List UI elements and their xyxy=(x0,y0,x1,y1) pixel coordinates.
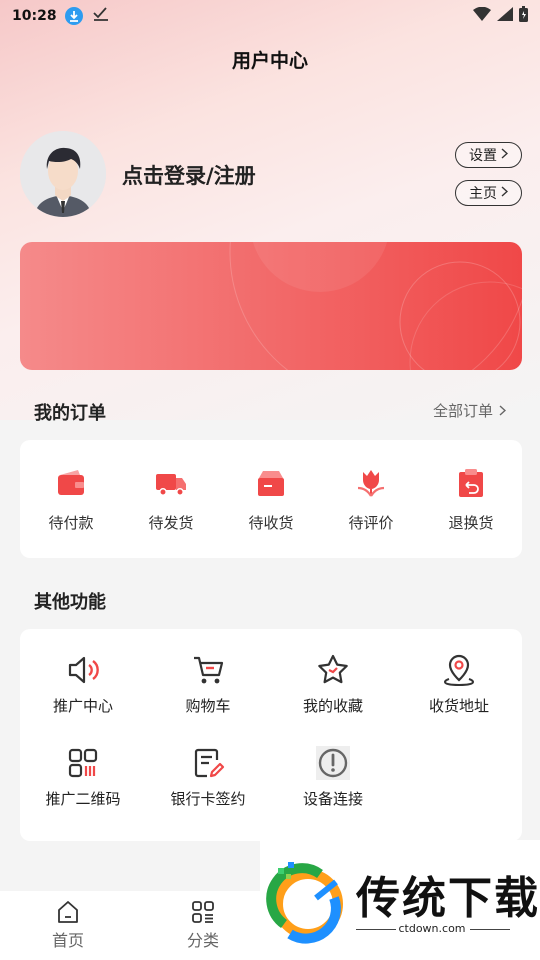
nav-label: 首页 xyxy=(51,931,84,950)
qrcode-icon xyxy=(68,748,98,778)
order-label: 退换货 xyxy=(448,514,494,532)
download-icon xyxy=(64,7,83,25)
order-pending-payment[interactable]: 待付款 xyxy=(21,466,121,533)
avatar[interactable] xyxy=(20,131,106,217)
check-icon xyxy=(92,7,109,25)
order-label: 待发货 xyxy=(148,514,194,532)
return-clipboard-icon xyxy=(459,469,483,497)
feature-label: 设备连接 xyxy=(302,790,363,808)
orders-section-title: 我的订单 xyxy=(34,403,106,424)
order-pending-review[interactable]: 待评价 xyxy=(321,466,421,533)
edit-document-icon xyxy=(194,748,225,778)
home-label: 主页 xyxy=(469,186,497,202)
settings-button[interactable]: 设置 xyxy=(455,142,522,168)
truck-icon xyxy=(156,474,186,496)
status-bar: 10:28 xyxy=(0,0,540,32)
feature-favorites[interactable]: 我的收藏 xyxy=(273,653,393,716)
settings-label: 设置 xyxy=(469,148,497,164)
home-icon xyxy=(58,901,78,923)
feature-label: 我的收藏 xyxy=(302,697,363,715)
feature-label: 推广中心 xyxy=(52,697,113,715)
order-pending-receipt[interactable]: 待收货 xyxy=(221,466,321,533)
all-orders-label: 全部订单 xyxy=(432,402,493,420)
watermark-url: ctdown.com xyxy=(398,922,466,935)
feature-device-connection[interactable]: 设备连接 xyxy=(273,746,393,809)
speaker-icon xyxy=(68,656,99,684)
feature-shopping-cart[interactable]: 购物车 xyxy=(148,653,268,716)
page-title: 用户中心 xyxy=(231,50,308,72)
flower-icon xyxy=(357,470,385,497)
signal-icon xyxy=(497,7,513,25)
watermark-text: 传统下载 xyxy=(356,873,540,924)
order-label: 待评价 xyxy=(348,514,394,532)
feature-promo-qrcode[interactable]: 推广二维码 xyxy=(23,746,143,809)
nav-home[interactable]: 首页 xyxy=(28,899,108,951)
feature-label: 银行卡签约 xyxy=(170,790,246,808)
feature-bank-card-signing[interactable]: 银行卡签约 xyxy=(148,746,268,809)
watermark-logo-icon xyxy=(266,862,343,944)
chevron-right-icon xyxy=(501,185,509,201)
cart-icon xyxy=(194,656,224,684)
all-orders-link[interactable]: 全部订单 xyxy=(432,400,507,421)
wallet-icon xyxy=(58,470,84,495)
location-icon xyxy=(443,654,475,687)
order-pending-shipment[interactable]: 待发货 xyxy=(121,466,221,533)
features-card: 推广中心 购物车 我的收藏 收货地址 推广二维码 银行卡签约 设备连接 xyxy=(20,629,522,841)
nav-label: 分类 xyxy=(186,931,219,950)
category-icon xyxy=(192,901,214,923)
status-time: 10:28 xyxy=(12,8,57,24)
watermark: 传统下载 ctdown.com xyxy=(260,840,540,960)
order-label: 待付款 xyxy=(48,514,94,532)
star-icon xyxy=(318,654,348,684)
other-section-title: 其他功能 xyxy=(34,592,106,613)
chevron-right-icon xyxy=(499,402,507,420)
nav-category[interactable]: 分类 xyxy=(163,899,243,951)
chevron-right-icon xyxy=(501,147,509,163)
battery-icon xyxy=(519,6,528,26)
member-banner[interactable] xyxy=(20,242,522,370)
package-icon xyxy=(258,471,284,496)
feature-label: 收货地址 xyxy=(428,697,489,715)
wifi-icon xyxy=(473,6,491,25)
order-returns[interactable]: 退换货 xyxy=(421,466,521,533)
order-label: 待收货 xyxy=(248,514,294,532)
feature-promotion-center[interactable]: 推广中心 xyxy=(23,653,143,716)
feature-label: 购物车 xyxy=(185,697,231,715)
feature-label: 推广二维码 xyxy=(45,790,121,808)
home-page-button[interactable]: 主页 xyxy=(455,180,522,206)
login-register-link[interactable]: 点击登录/注册 xyxy=(122,160,256,190)
alert-circle-icon xyxy=(316,746,350,780)
feature-shipping-address[interactable]: 收货地址 xyxy=(399,653,519,716)
orders-card: 待付款 待发货 待收货 待评价 退换货 xyxy=(20,440,522,558)
